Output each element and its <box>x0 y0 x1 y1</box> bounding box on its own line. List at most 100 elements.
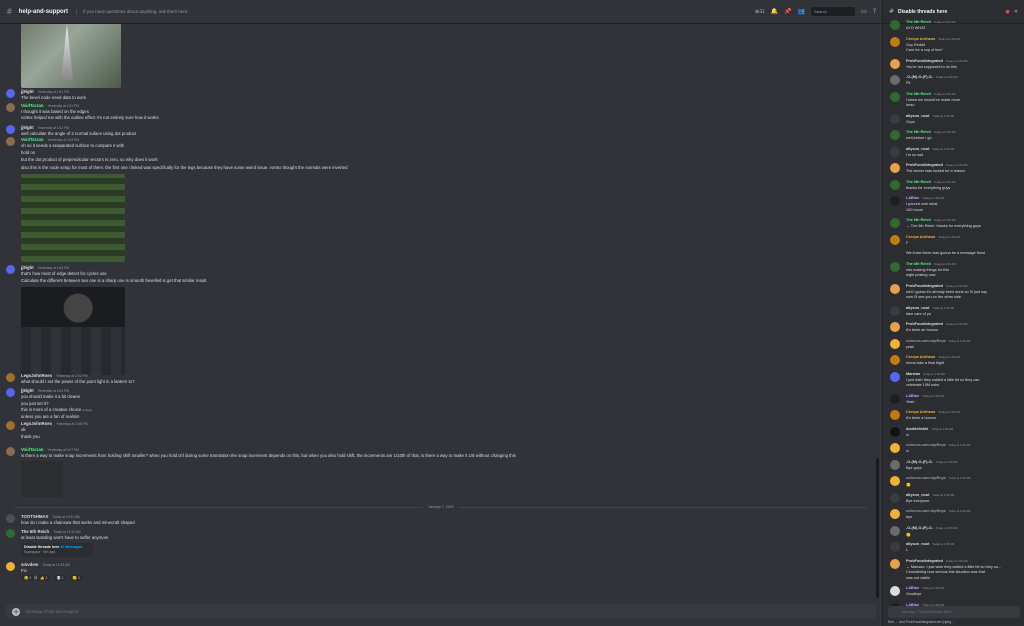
avatar[interactable] <box>890 443 900 453</box>
username[interactable]: oohcrus.sam.topReya Today at 1:06 AM <box>906 476 970 480</box>
username[interactable]: -O-(M)-O-(F)-O- Today at 1:06 AM <box>906 75 958 79</box>
avatar[interactable] <box>890 146 900 157</box>
username[interactable]: The 6th Reich Today at 1:06 AM <box>906 130 956 134</box>
username[interactable]: doublelinkhi Today at 1:06 AM <box>906 427 953 431</box>
avatar[interactable] <box>6 514 15 523</box>
cube-render-image[interactable] <box>21 287 125 329</box>
username[interactable]: smvdem Today at 12:33 AM <box>21 562 70 567</box>
username[interactable]: LABlue Today at 1:06 AM <box>906 394 944 398</box>
username[interactable]: -O-(M)-O-(F)-O- Today at 1:06 AM <box>906 526 958 530</box>
username[interactable]: The 6th Reich Today at 1:06 AM <box>906 92 956 96</box>
username[interactable]: Creeps Ardhana Today at 1:06 AM <box>906 410 960 414</box>
avatar[interactable] <box>890 163 900 173</box>
avatar[interactable] <box>890 492 900 503</box>
avatar[interactable] <box>6 137 15 146</box>
channel-topic[interactable]: If you have questions about anything, as… <box>76 9 189 14</box>
username[interactable]: LegoJohnRoes Yesterday at 2:05 PM <box>21 421 87 426</box>
username[interactable]: TOOTSHMAX Today at 12:31 AM <box>21 514 80 519</box>
avatar[interactable] <box>890 58 900 69</box>
username[interactable]: oohcrus.sam.topReya Today at 1:06 AM <box>906 339 970 343</box>
avatar[interactable] <box>890 91 900 102</box>
username[interactable]: jj9ight Yesterday at 1:54 PM <box>21 265 69 270</box>
avatar[interactable] <box>890 459 900 470</box>
avatar[interactable] <box>6 447 15 456</box>
username[interactable]: allyson_noot Today at 1:06 AM <box>906 493 954 497</box>
reaction-button[interactable]: 💀 1 <box>53 575 67 581</box>
username[interactable]: ProbFocalIntegrated Today at 1:06 AM <box>906 284 968 288</box>
help-icon[interactable]: ? <box>873 8 876 15</box>
avatar[interactable] <box>890 36 900 47</box>
scrollbar[interactable] <box>876 458 879 598</box>
threads-icon[interactable]: ≡31 <box>755 8 765 15</box>
avatar[interactable] <box>890 113 900 124</box>
thread-composer[interactable]: Message "Disable threads here" <box>888 606 1020 618</box>
attach-plus-icon[interactable]: + <box>12 607 20 616</box>
username[interactable]: ProbFocalIntegrated Today at 1:06 AM <box>906 59 968 63</box>
avatar[interactable] <box>890 410 900 420</box>
inbox-icon[interactable]: ▭ <box>861 8 867 15</box>
avatar[interactable] <box>890 426 900 437</box>
avatar[interactable] <box>890 20 900 30</box>
username[interactable]: oohcrus.sam.topReya Today at 1:06 AM <box>906 509 970 513</box>
avatar[interactable] <box>890 338 900 349</box>
username[interactable]: LABlue Today at 1:06 AM <box>906 586 944 590</box>
reaction-button[interactable]: 👍 1 <box>37 575 51 581</box>
username[interactable]: allyson_noot Today at 1:06 AM <box>906 147 954 151</box>
username[interactable]: The 6th Reich Today at 1:06 AM <box>906 262 956 266</box>
username[interactable]: The 6th Reich Today at 1:00 AM <box>906 20 956 24</box>
pin-icon[interactable]: 📌 <box>784 8 791 15</box>
reaction-button[interactable]: 🫡 1 <box>69 575 84 581</box>
username[interactable]: Marwan Today at 1:06 AM <box>906 372 945 376</box>
search-input[interactable]: Search <box>811 7 856 16</box>
avatar[interactable] <box>890 393 900 404</box>
avatar[interactable] <box>6 421 15 430</box>
avatar[interactable] <box>6 103 15 112</box>
close-icon[interactable]: ✕ <box>1014 9 1018 15</box>
username[interactable]: allyson_noot Today at 1:06 AM <box>906 542 954 546</box>
avatar[interactable] <box>890 234 900 245</box>
avatar[interactable] <box>890 558 900 569</box>
avatar[interactable] <box>6 125 15 134</box>
username[interactable]: VoidTarzan Yesterday at 1:53 PM <box>21 137 79 142</box>
username[interactable]: ProbFocalIntegrated Today at 1:06 AM <box>906 559 968 563</box>
reaction-button[interactable]: 😂 2 <box>21 575 35 581</box>
username[interactable]: allyson_noot Today at 1:06 AM <box>906 306 954 310</box>
message-composer[interactable]: + Message #help-and-support <box>6 604 876 619</box>
members-icon[interactable]: 👥 <box>798 8 805 15</box>
snap-settings-image[interactable] <box>21 461 63 497</box>
avatar[interactable] <box>890 196 900 206</box>
node-setup-image[interactable] <box>21 174 125 262</box>
avatar[interactable] <box>890 75 900 85</box>
avatar[interactable] <box>890 355 900 365</box>
node-editor-image[interactable] <box>21 327 125 375</box>
username[interactable]: LegoJohnRoes Yesterday at 2:02 PM <box>21 373 87 378</box>
username[interactable]: ProbFocalIntegrated Today at 1:06 AM <box>906 322 968 326</box>
username[interactable]: VoidTarzan Yesterday at 3:07 PM <box>21 447 79 452</box>
username[interactable]: -O-(M)-O-(F)-O- Today at 1:06 AM <box>906 460 958 464</box>
avatar[interactable] <box>890 542 900 552</box>
avatar[interactable] <box>890 130 900 140</box>
avatar[interactable] <box>6 89 15 98</box>
avatar[interactable] <box>6 529 15 538</box>
username[interactable]: LABlue Today at 1:06 AM <box>906 196 944 200</box>
avatar[interactable] <box>890 283 900 294</box>
username[interactable]: oohcrus.sam.topReya Today at 1:06 AM <box>906 443 970 447</box>
avatar[interactable] <box>890 371 900 382</box>
username[interactable]: allyson_noot Today at 1:06 AM <box>906 114 954 118</box>
username[interactable]: The 6th Reich Today at 1:06 AM <box>906 218 956 222</box>
username[interactable]: VoidTarzan Yesterday at 1:51 PM <box>21 103 79 108</box>
username[interactable]: Creeps Ardhana Today at 1:05 AM <box>906 37 960 41</box>
render-image[interactable] <box>21 24 121 88</box>
avatar[interactable] <box>890 179 900 190</box>
username[interactable]: The 6th Reich Today at 12:32 AM <box>21 529 81 534</box>
username[interactable]: The 6th Reich Today at 1:06 AM <box>906 180 956 184</box>
message-list[interactable]: jj9ight Yesterday at 1:51 PM The bevel nod… <box>0 24 882 600</box>
avatar[interactable] <box>890 218 900 228</box>
avatar[interactable] <box>6 562 15 571</box>
avatar[interactable] <box>890 476 900 486</box>
avatar[interactable] <box>890 305 900 316</box>
bell-icon[interactable]: ● <box>1005 9 1009 15</box>
username[interactable]: ProbFocalIntegrated Today at 1:06 AM <box>906 163 968 167</box>
username[interactable]: Creeps Ardhana Today at 1:06 AM <box>906 355 960 359</box>
username[interactable]: jj9ight Yesterday at 1:52 PM <box>21 125 69 130</box>
